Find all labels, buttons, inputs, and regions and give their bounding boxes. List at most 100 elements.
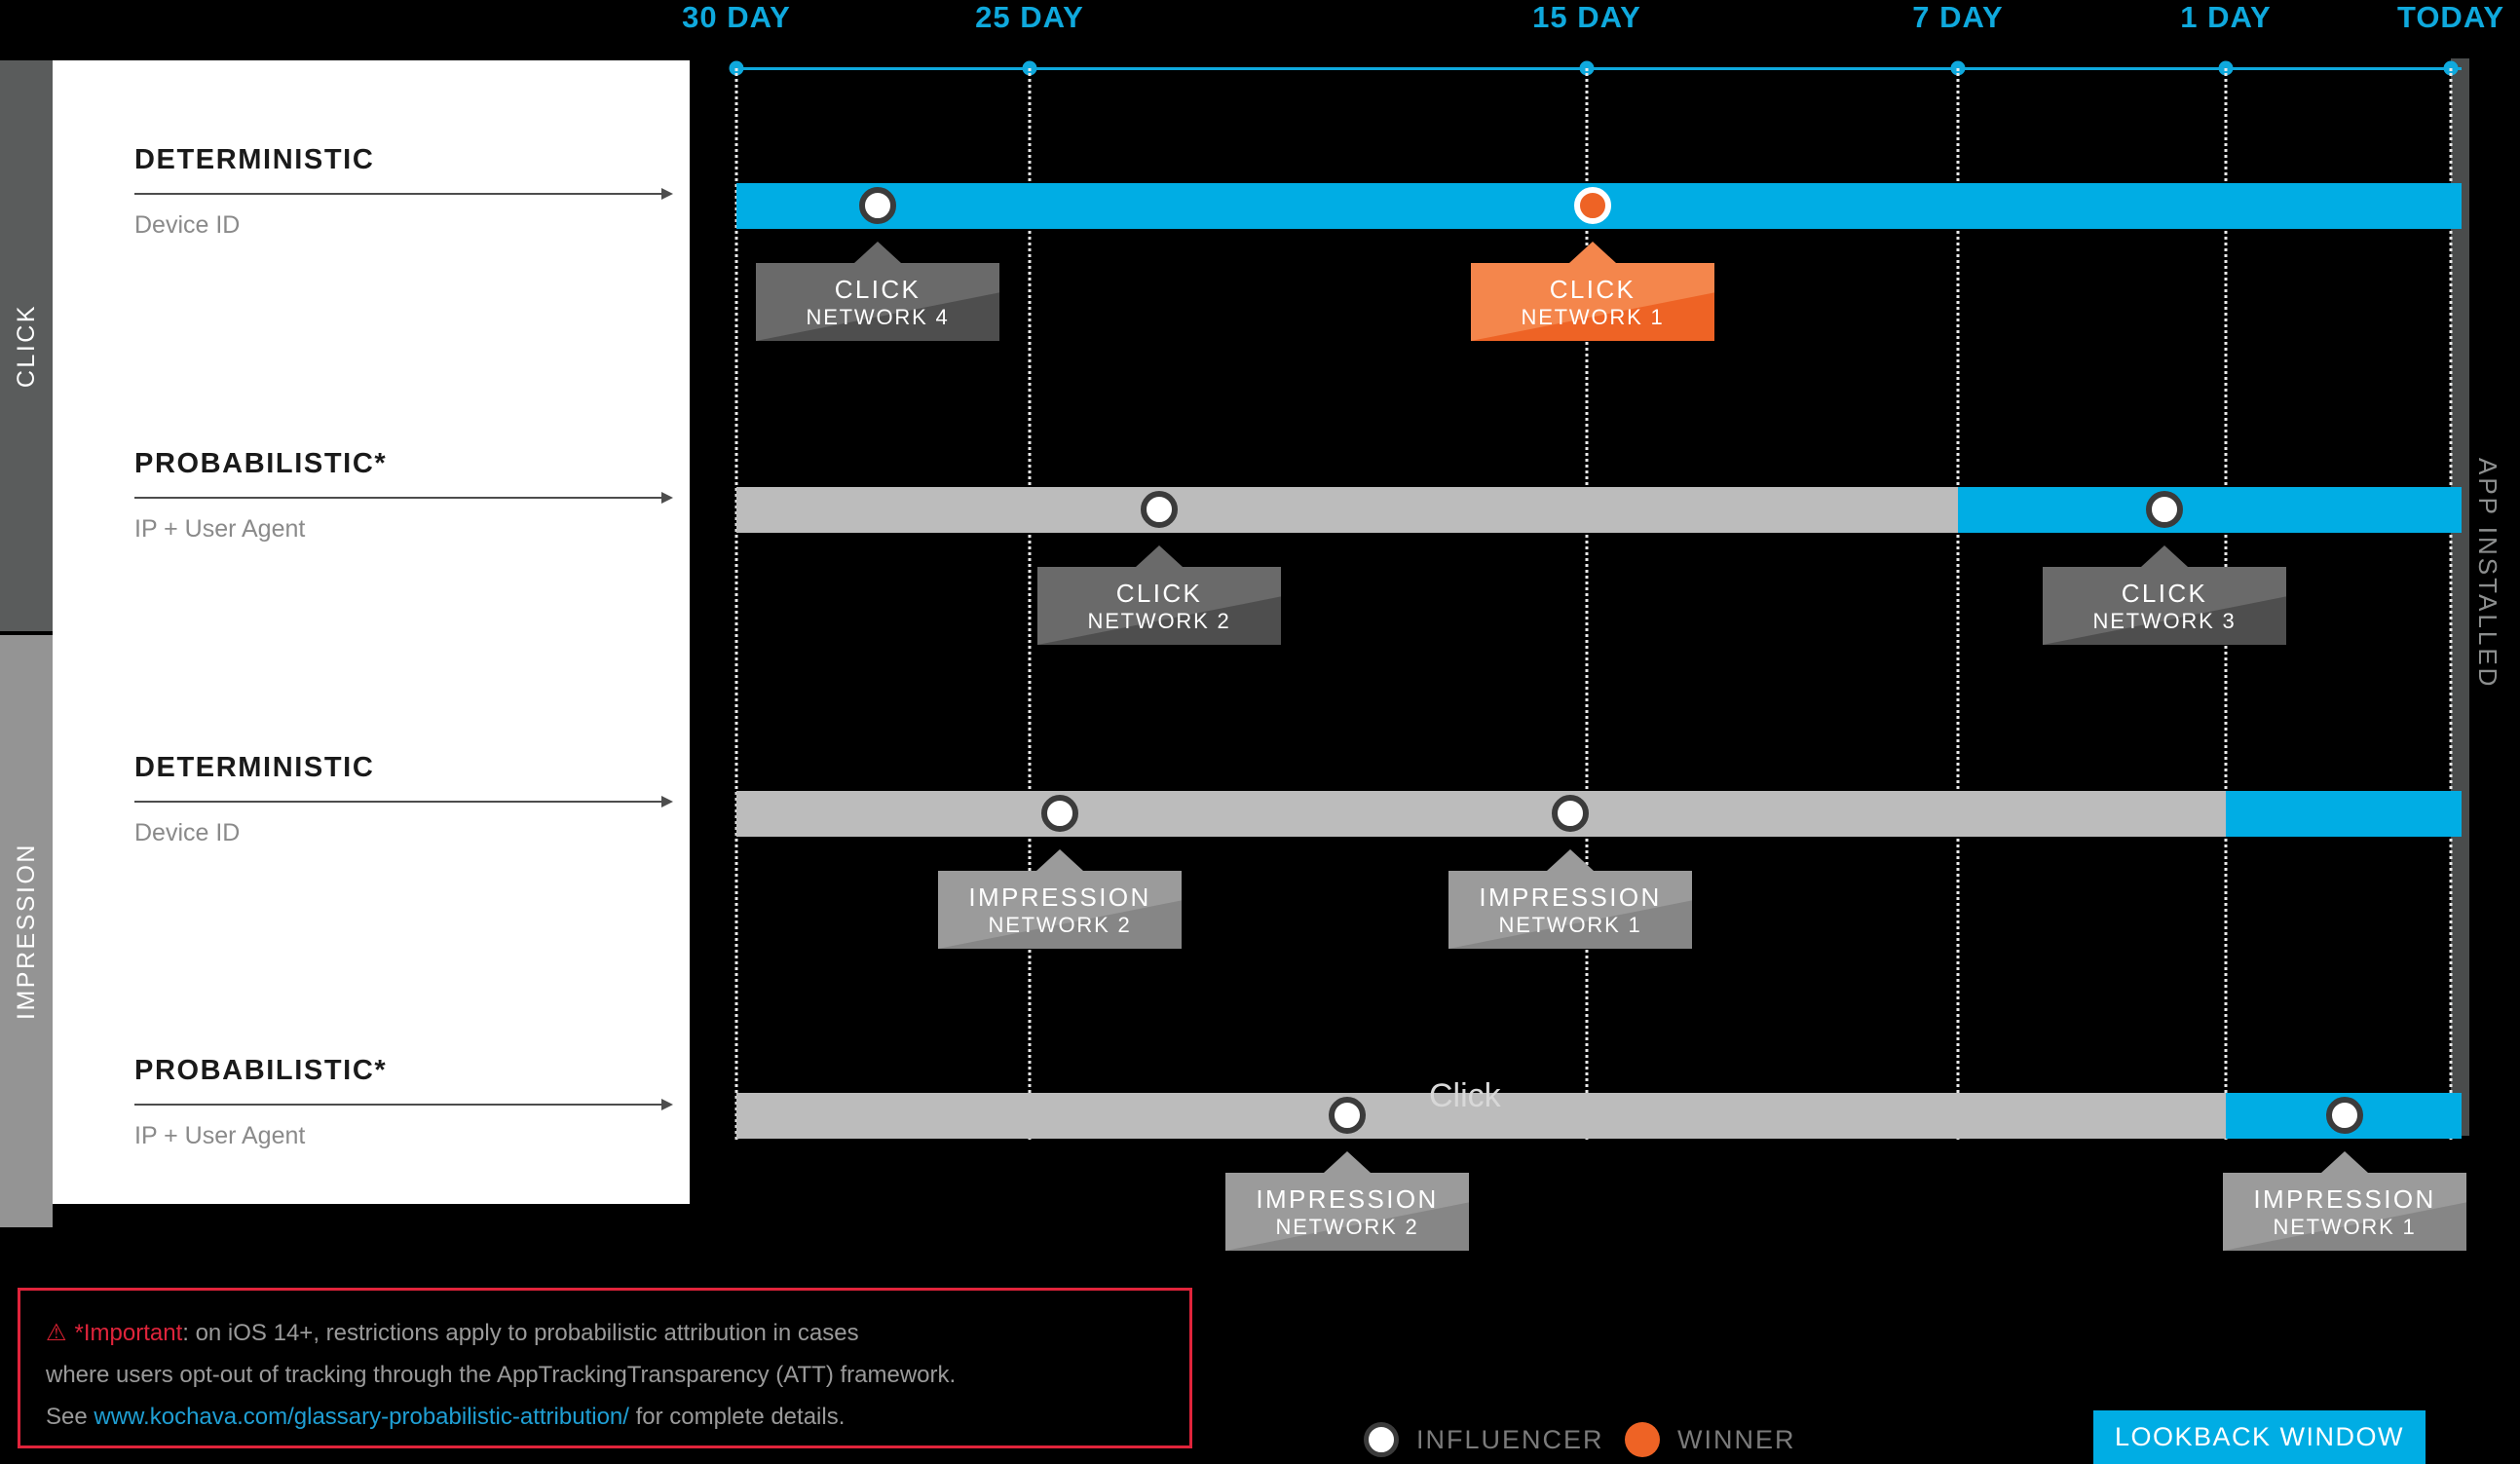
tooltip-event-type: IMPRESSION	[1256, 1184, 1439, 1215]
footnote-link[interactable]: www.kochava.com/glassary-probabilistic-a…	[94, 1404, 629, 1430]
tooltip-event-type: CLICK	[834, 275, 921, 305]
legend-item-influencer: INFLUENCER	[1364, 1414, 1604, 1464]
timeline-axis	[736, 67, 2462, 70]
tooltip-pointer-icon	[2321, 1151, 2368, 1173]
tooltip-body: CLICK NETWORK 1	[1471, 263, 1714, 341]
tooltip-event-type: CLICK	[1549, 275, 1636, 305]
legend-lookback-badge: LOOKBACK WINDOW	[2093, 1410, 2426, 1464]
axis-tick-1-day: 1 DAY	[2180, 0, 2272, 34]
inactive-window-segment	[736, 791, 2226, 837]
footnote-important: *Important	[74, 1320, 183, 1346]
event-tooltip[interactable]: IMPRESSION NETWORK 2	[1225, 1151, 1469, 1251]
legend-influencer-label: INFLUENCER	[1416, 1424, 1604, 1454]
influencer-marker-icon[interactable]	[2146, 491, 2183, 528]
warning-icon: ⚠	[46, 1320, 67, 1346]
axis-tick-today: TODAY	[2396, 0, 2505, 34]
axis-tick-30-day: 30 DAY	[682, 0, 791, 34]
lookback-window-segment	[1958, 487, 2462, 533]
tooltip-pointer-icon	[1547, 849, 1594, 871]
event-tooltip[interactable]: IMPRESSION NETWORK 1	[2223, 1151, 2466, 1251]
axis-tick-15-day: 15 DAY	[1532, 0, 1641, 34]
row-subtitle: Device ID	[134, 819, 241, 846]
footnote-line-3: See www.kochava.com/glassary-probabilist…	[46, 1396, 1164, 1438]
inactive-window-segment	[736, 487, 1958, 533]
tooltip-network-name: NETWORK 3	[2092, 609, 2237, 634]
gridline	[1585, 68, 1589, 1140]
tooltip-pointer-icon	[1136, 545, 1183, 567]
footnote-line-2: where users opt-out of tracking through …	[46, 1362, 957, 1388]
tooltip-event-type: IMPRESSION	[1479, 882, 1662, 913]
event-tooltip[interactable]: CLICK NETWORK 3	[2043, 545, 2286, 645]
influencer-marker-icon[interactable]	[859, 187, 896, 224]
axis-tick-25-day: 25 DAY	[975, 0, 1084, 34]
row-title: PROBABILISTIC*	[134, 448, 388, 479]
tooltip-pointer-icon	[1324, 1151, 1371, 1173]
tooltip-pointer-icon	[1036, 849, 1083, 871]
rail-click: CLICK	[0, 60, 53, 631]
tooltip-body: CLICK NETWORK 4	[756, 263, 999, 341]
rail-click-label: CLICK	[12, 303, 40, 389]
row-arrow-icon	[134, 188, 673, 200]
tooltip-event-type: CLICK	[1115, 579, 1203, 609]
row-subtitle: IP + User Agent	[134, 1122, 306, 1149]
gridline	[734, 68, 738, 1140]
footnote-line-1: ⚠ *Important: on iOS 14+, restrictions ap…	[46, 1312, 1164, 1354]
influencer-marker-icon[interactable]	[2326, 1097, 2363, 1134]
tooltip-event-type: IMPRESSION	[968, 882, 1151, 913]
tooltip-pointer-icon	[1569, 242, 1616, 263]
influencer-marker-icon[interactable]	[1552, 795, 1589, 832]
row-label-impression-2: DETERMINISTIC Device ID	[134, 752, 680, 847]
rail-impression-label: IMPRESSION	[12, 843, 40, 1020]
footnote-line-1-rest: : on iOS 14+, restrictions apply to prob…	[182, 1320, 859, 1346]
event-tooltip[interactable]: CLICK NETWORK 1	[1471, 242, 1714, 341]
app-installed-label: APP INSTALLED	[2473, 458, 2502, 690]
ghost-click-text: Click	[1429, 1077, 1501, 1114]
row-subtitle: IP + User Agent	[134, 515, 306, 543]
tooltip-network-name: NETWORK 2	[1275, 1215, 1419, 1240]
row-title: DETERMINISTIC	[134, 144, 375, 175]
tooltip-pointer-icon	[2141, 545, 2188, 567]
footnote-line-3-suffix: for complete details.	[628, 1404, 846, 1430]
row-arrow-icon	[134, 796, 673, 807]
tooltip-body: IMPRESSION NETWORK 2	[1225, 1173, 1469, 1251]
tooltip-body: CLICK NETWORK 2	[1037, 567, 1281, 645]
row-label-click-1: PROBABILISTIC* IP + User Agent	[134, 448, 680, 544]
tooltip-event-type: CLICK	[2121, 579, 2208, 609]
tooltip-network-name: NETWORK 4	[806, 305, 950, 330]
tooltip-pointer-icon	[854, 242, 901, 263]
row-label-click-0: DETERMINISTIC Device ID	[134, 144, 680, 240]
legend-item-winner: WINNER	[1625, 1414, 1796, 1464]
row-arrow-icon	[134, 1099, 673, 1110]
influencer-marker-icon[interactable]	[1141, 491, 1178, 528]
event-tooltip[interactable]: CLICK NETWORK 2	[1037, 545, 1281, 645]
event-tooltip[interactable]: IMPRESSION NETWORK 2	[938, 849, 1182, 949]
row-label-panel: DETERMINISTIC Device ID PROBABILISTIC* IP +…	[53, 60, 690, 1204]
gridline	[2449, 68, 2453, 1140]
axis-tick-7-day: 7 DAY	[1912, 0, 2004, 34]
event-tooltip[interactable]: CLICK NETWORK 4	[756, 242, 999, 341]
rail-impression: IMPRESSION	[0, 635, 53, 1227]
footnote-see-prefix: See	[46, 1404, 94, 1430]
lookback-window-segment	[2226, 791, 2462, 837]
row-subtitle: Device ID	[134, 211, 241, 239]
winner-dot-icon	[1625, 1422, 1660, 1457]
winner-marker-icon[interactable]	[1574, 187, 1611, 224]
tooltip-network-name: NETWORK 2	[1087, 609, 1231, 634]
tooltip-network-name: NETWORK 1	[1521, 305, 1665, 330]
row-arrow-icon	[134, 492, 673, 504]
tooltip-network-name: NETWORK 1	[2273, 1215, 2417, 1240]
influencer-marker-icon[interactable]	[1329, 1097, 1366, 1134]
tooltip-network-name: NETWORK 1	[1498, 913, 1642, 938]
tooltip-body: IMPRESSION NETWORK 1	[1448, 871, 1692, 949]
tooltip-network-name: NETWORK 2	[988, 913, 1132, 938]
tooltip-event-type: IMPRESSION	[2253, 1184, 2436, 1215]
attribution-timeline-diagram: CLICK IMPRESSION APP INSTALLED DETERMINI…	[0, 0, 2520, 1464]
gridline	[1956, 68, 1960, 1140]
gridline	[1028, 68, 1032, 1140]
event-tooltip[interactable]: IMPRESSION NETWORK 1	[1448, 849, 1692, 949]
influencer-marker-icon[interactable]	[1041, 795, 1078, 832]
row-label-impression-3: PROBABILISTIC* IP + User Agent	[134, 1055, 680, 1150]
row-title: PROBABILISTIC*	[134, 1055, 388, 1086]
legend-winner-label: WINNER	[1677, 1424, 1796, 1454]
influencer-dot-icon	[1364, 1422, 1399, 1457]
